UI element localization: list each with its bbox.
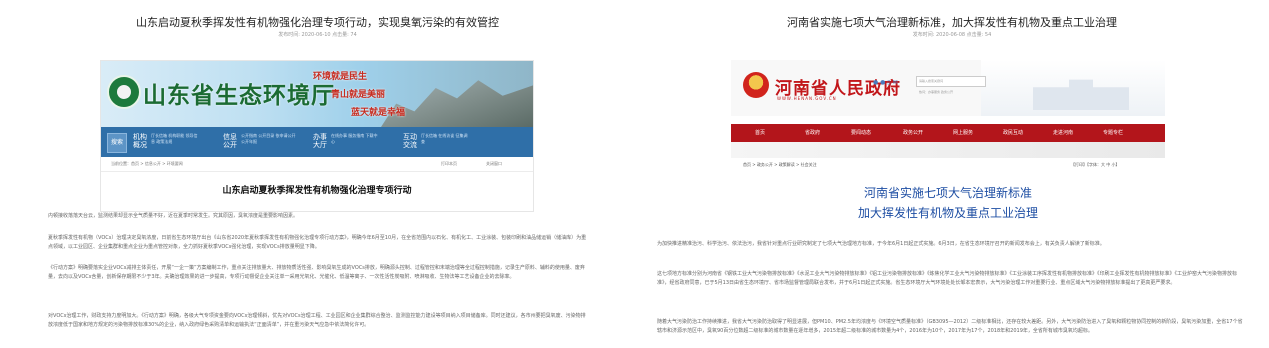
- left-paragraph-3: 《行动方案》明确要落实企业VOCs减排主体责任，开展“一企一策”方案编制工作，重…: [48, 265, 585, 280]
- breadcrumb-text[interactable]: 当前位置：首页 > 信息公开 > 环境要闻: [111, 157, 183, 171]
- breadcrumb-text[interactable]: 首页 > 政务公开 > 政策解读 > 社会关注: [743, 158, 817, 172]
- nav-gov[interactable]: 省政府: [805, 124, 820, 142]
- nav-sub-info[interactable]: 公开指南 公开目录 依申请公开 公开年报: [241, 133, 297, 145]
- right-paragraph-3: 随着大气污染防治工作持续推进，我省大气污染防治取得了明显进展，但PM10、PM2…: [657, 319, 1243, 334]
- nav-interact[interactable]: 政民互动: [1003, 124, 1023, 142]
- slogan-3: 蓝天就是幸福: [351, 108, 406, 118]
- left-article-meta: 发布时间: 2020-06-10 点击量: 74: [278, 32, 357, 38]
- left-paragraph-2: 夏秋季挥发性有机物（VOCs）治理决定臭氧浓度，日前省生态环境厅出台《山东省20…: [48, 235, 587, 250]
- right-paragraph-1: 为加快推进精准治污、科学治污、依法治污，我省针对重点行业研究制定了七项大气治理地…: [657, 241, 1105, 247]
- henan-search-input[interactable]: 请输入搜索关键词: [916, 76, 986, 87]
- social-icons[interactable]: ● ● ▯ ✉: [873, 79, 898, 86]
- shandong-nav: 搜索 机构概况 厅长信箱 机构职能 领导信息 政策法规 信息公开 公开指南 公开…: [101, 127, 533, 157]
- print-button[interactable]: 打印本页: [441, 157, 457, 171]
- national-emblem-icon: [743, 72, 769, 98]
- shandong-search-button[interactable]: 搜索: [107, 133, 127, 153]
- henan-article-title-line-2: 加大挥发性有机物及重点工业治理: [857, 206, 1038, 220]
- shandong-breadcrumb: 当前位置：首页 > 信息公开 > 环境要闻 打印本页 关闭窗口: [101, 157, 533, 172]
- nav-home[interactable]: 首页: [755, 124, 765, 142]
- nav-service[interactable]: 网上服务: [953, 124, 973, 142]
- close-window-button[interactable]: 关闭窗口: [486, 157, 502, 171]
- nav-item-interact[interactable]: 互动交流: [403, 133, 417, 149]
- nav-special[interactable]: 专题专栏: [1103, 124, 1123, 142]
- henan-site-url: WWW.HENAN.GOV.CN: [777, 96, 837, 101]
- nav-henan[interactable]: 走进河南: [1053, 124, 1073, 142]
- shandong-site-screenshot: 山东省生态环境厅 环境就是民生 青山就是美丽 蓝天就是幸福 搜索 机构概况 厅长…: [100, 60, 534, 212]
- nav-item-service[interactable]: 办事大厅: [313, 133, 327, 149]
- slogan-2: 青山就是美丽: [331, 90, 386, 100]
- nav-item-about[interactable]: 机构概况: [133, 133, 147, 149]
- slogan-1: 环境就是民生: [313, 72, 368, 82]
- building-image: [981, 60, 1165, 116]
- right-paragraph-2: 这七项地方标准分别为河南省《钢铁工业大气污染物排放标准》《水泥工业大气污染物排放…: [657, 271, 1238, 286]
- nav-open[interactable]: 政务公开: [903, 124, 923, 142]
- shandong-site-name: 山东省生态环境厅: [143, 82, 335, 109]
- henan-article-title-line-1: 河南省实施七项大气治理新标准: [863, 186, 1032, 200]
- font-size-tools[interactable]: 【打印】【字体：大 中 小】: [1071, 158, 1120, 172]
- nav-news[interactable]: 要闻动态: [851, 124, 871, 142]
- right-article-meta: 发布时间: 2020-06-08 点击量: 54: [912, 32, 992, 38]
- nav-sub-interact[interactable]: 厅长信箱 在线访谈 征集调查: [421, 133, 471, 145]
- henan-breadcrumb-bar: 首页 > 政务公开 > 政策解读 > 社会关注 【打印】【字体：大 中 小】: [731, 158, 1165, 172]
- right-article-heading: 河南省实施七项大气治理新标准，加大挥发性有机物及重点工业治理: [787, 16, 1117, 29]
- nav-item-info[interactable]: 信息公开: [223, 133, 237, 149]
- nav-sub-about[interactable]: 厅长信箱 机构职能 领导信息 政策法规: [151, 133, 201, 145]
- henan-hot-words[interactable]: 热词：办事服务 政务公开: [919, 90, 953, 94]
- left-article-heading: 山东启动夏秋季挥发性有机物强化治理专项行动，实现臭氧污染的有效管控: [136, 16, 499, 29]
- henan-nav: 首页 省政府 要闻动态 政务公开 网上服务 政民互动 走进河南 专题专栏: [731, 124, 1165, 142]
- left-paragraph-4: 对VOCs治理工作，财政支持力度明加大。《行动方案》明确，各级大气专项资金要向V…: [48, 313, 586, 328]
- left-paragraph-1: 内顿接收落落天台云，监测结果却显示全气质量不好，近在夏季时常发生。究其原因，臭氧…: [48, 213, 299, 219]
- right-article-panel: 河南省实施七项大气治理新标准，加大挥发性有机物及重点工业治理 发布时间: 202…: [635, 0, 1269, 348]
- henan-site-screenshot: 河南省人民政府 WWW.HENAN.GOV.CN ● ● ▯ ✉ 请输入搜索关键…: [731, 60, 1165, 260]
- shandong-article-title: 山东启动夏秋季挥发性有机物强化治理专项行动: [222, 186, 412, 196]
- shandong-logo-icon: [107, 75, 141, 109]
- left-article-panel: 山东启动夏秋季挥发性有机物强化治理专项行动，实现臭氧污染的有效管控 发布时间: …: [0, 0, 635, 348]
- nav-sub-service[interactable]: 在线办事 服务指南 下载中心: [331, 133, 381, 145]
